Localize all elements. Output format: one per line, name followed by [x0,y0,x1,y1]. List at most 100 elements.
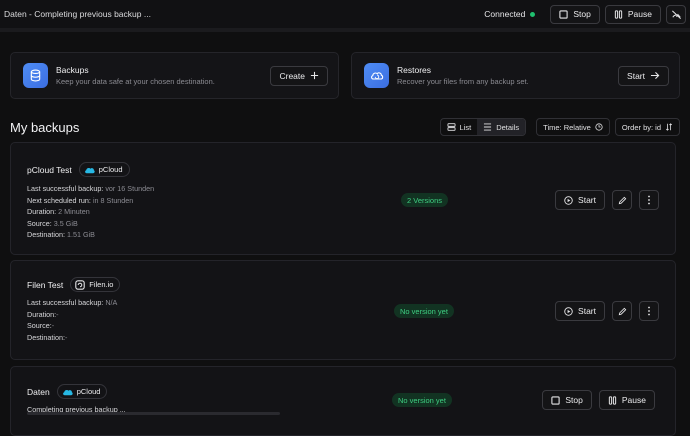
meta-value: - [64,332,68,342]
order-by-label: Order by: id [621,122,661,132]
view-details-button[interactable]: Details [477,119,526,135]
pencil-icon [618,307,626,315]
meta-row: Next scheduled run: in 8 Stunden [27,195,154,207]
versions-badge: 2 Versions [401,193,449,207]
window-title: Daten - Completing previous backup ... [4,9,151,19]
backup-card-daten: Daten pCloud Completing previous backup … [10,366,676,436]
pcloud-icon [62,389,73,395]
meta-row: Last successful backup: N/A [27,297,120,309]
kebab-menu-icon [648,306,650,316]
edit-backup-button[interactable] [612,190,632,210]
provider-badge: Filen.io [70,277,121,292]
backups-card-subtitle: Keep your data safe at your chosen desti… [56,77,215,86]
stop-icon [559,9,569,19]
filen-icon [75,279,85,290]
provider-label: pCloud [98,165,123,174]
meta-label: Duration: [27,309,57,319]
meta-value: N/A [105,298,118,307]
plus-icon [310,71,319,80]
play-circle-icon [564,195,573,205]
provider-label: pCloud [76,387,101,396]
edit-backup-button[interactable] [612,301,632,321]
view-list-label: List [459,122,472,132]
provider-badge: pCloud [56,384,108,399]
meta-label: Source: [27,218,52,228]
progress-bar [27,412,280,415]
meta-label: Last successful backup: [27,184,104,193]
meta-label: Last successful backup: [27,298,104,307]
time-format-button[interactable]: Time: Relative [536,118,610,136]
meta-row: Source: 3.5 GiB [27,218,154,230]
versions-badge: No version yet [392,393,452,407]
create-label: Create [279,70,305,81]
cloud-restore-icon [364,63,389,88]
create-backup-button[interactable]: Create [270,65,328,86]
meta-row: Source:- [27,320,120,332]
versions-badge: No version yet [394,304,454,318]
start-restore-button[interactable]: Start [618,65,669,86]
backup-actions: Start [555,190,659,210]
meta-row: Destination:- [27,332,120,344]
arrow-right-icon [650,71,660,80]
start-label: Start [578,306,596,316]
play-circle-icon [564,306,573,316]
clock-icon [595,123,603,131]
backup-actions: Stop Pause [542,390,655,410]
meta-row: Last successful backup: vor 16 Stunden [27,183,154,195]
pause-icon [608,395,617,405]
topbar-divider [0,28,690,32]
start-backup-button[interactable]: Start [555,190,605,210]
list-icon [447,123,456,131]
backups-card: Backups Keep your data safe at your chos… [10,52,339,99]
page-title: My backups [10,119,80,135]
meta-row: Duration:- [27,309,120,321]
database-icon [23,63,48,88]
connection-status-label: Connected [484,9,526,19]
backup-name: Filen Test [27,279,64,290]
stop-backup-button[interactable]: Stop [542,390,592,410]
backups-card-title: Backups [56,65,89,75]
start-backup-button[interactable]: Start [555,301,605,321]
details-icon [484,123,492,131]
more-options-button[interactable] [639,301,659,321]
backup-name: pCloud Test [27,164,72,175]
backup-name: Daten [27,386,50,397]
meta-label: Duration: [27,207,57,216]
meta-label: Destination: [27,332,65,342]
kebab-menu-icon [648,195,650,205]
disable-speedometer-button[interactable] [666,4,686,24]
backup-meta: Last successful backup: vor 16 Stunden N… [27,183,154,241]
view-details-label: Details [496,122,520,132]
meta-value: 1.51 GiB [66,230,95,239]
more-options-button[interactable] [639,190,659,210]
meta-label: Destination: [27,230,65,239]
meta-value: - [51,321,55,330]
restores-card-subtitle: Recover your files from any backup set. [397,77,529,86]
restores-card: Restores Recover your files from any bac… [351,52,680,99]
time-format-label: Time: Relative [543,122,591,132]
meta-row: Duration: 2 Minuten [27,206,154,218]
restores-card-title: Restores [397,65,432,75]
top-bar: Daten - Completing previous backup ... C… [0,0,690,28]
pause-icon [614,9,623,19]
action-cards: Backups Keep your data safe at your chos… [10,52,680,99]
backups-header: My backups List Details Time: Relative O… [10,118,680,136]
pencil-icon [618,196,626,204]
order-by-button[interactable]: Order by: id [614,118,680,136]
stop-label: Stop [565,395,583,405]
backup-actions: Start [555,301,659,321]
top-pause-button[interactable]: Pause [604,4,661,24]
backup-meta: Last successful backup: N/A Duration:- S… [27,297,120,343]
pcloud-icon [84,167,95,173]
meta-row: Destination: 1.51 GiB [27,229,154,241]
top-stop-button[interactable]: Stop [550,4,600,24]
meta-value: vor 16 Stunden [105,184,155,193]
restore-start-label: Start [627,70,645,81]
top-stop-label: Stop [573,9,591,19]
pause-backup-button[interactable]: Pause [598,390,655,410]
top-pause-label: Pause [627,9,652,19]
view-list-button[interactable]: List [441,119,478,135]
meta-value: in 8 Stunden [92,195,134,205]
gauge-off-icon [671,9,681,19]
connection-status: Connected [484,9,536,19]
